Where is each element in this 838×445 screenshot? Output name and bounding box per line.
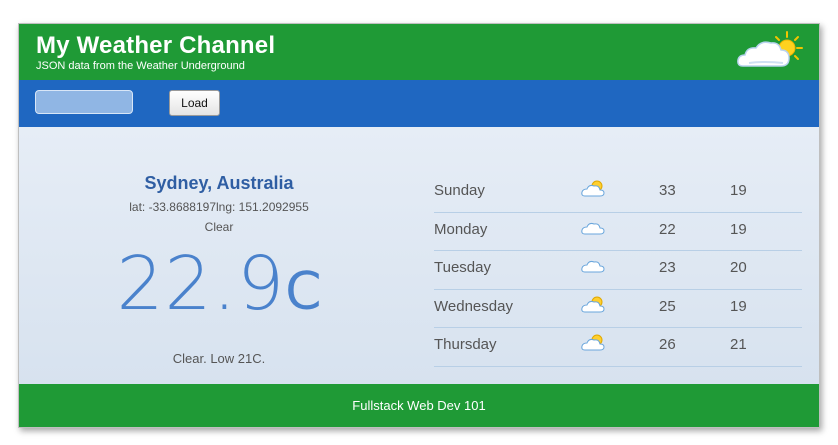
load-button[interactable]: Load: [169, 90, 220, 116]
forecast-high: 22: [659, 220, 676, 238]
forecast-day: Thursday: [434, 336, 497, 353]
coordinates: lat: -33.8688197lng: 151.2092955: [129, 200, 309, 214]
app-title: My Weather Channel: [36, 32, 276, 59]
app-subtitle: JSON data from the Weather Underground: [36, 60, 245, 72]
forecast-day: Monday: [434, 220, 488, 238]
forecast-low: 19: [730, 220, 747, 238]
current-temperature: 22.9C: [79, 239, 359, 329]
forecast-day: Wednesday: [434, 297, 513, 315]
partly-sunny-icon: [581, 296, 605, 312]
city-name: Sydney, Australia: [144, 173, 294, 193]
toolbar: Load: [19, 80, 819, 127]
forecast-row: Thursday 26 21: [434, 328, 802, 367]
temperature-unit: C: [285, 262, 322, 322]
forecast-row: Wednesday 25 19: [434, 290, 802, 328]
forecast-row: Tuesday 23 20: [434, 251, 802, 290]
app-window: My Weather Channel JSON data from the We…: [18, 23, 820, 428]
partly-sunny-icon: [581, 334, 605, 351]
current-conditions: Sydney, Australia lat: -33.8688197lng: 1…: [79, 127, 359, 384]
header: My Weather Channel JSON data from the We…: [19, 24, 819, 80]
sun-cloud-icon: [737, 31, 803, 67]
weather-summary: Clear. Low 21C.: [172, 351, 266, 366]
forecast-low: 20: [730, 259, 747, 276]
cloud-icon: [581, 260, 605, 273]
forecast-low: 19: [730, 182, 747, 199]
forecast-high: 26: [659, 336, 676, 353]
forecast-day: Tuesday: [434, 259, 491, 276]
cloud-icon: [581, 222, 605, 234]
current-condition: Clear: [204, 220, 234, 234]
forecast-day: Sunday: [434, 182, 485, 199]
footer: Fullstack Web Dev 101: [19, 384, 819, 427]
forecast-list: Sunday 33 19 Monday 22 19 Tuesday 23 20 …: [434, 174, 802, 367]
footer-text: Fullstack Web Dev 101: [352, 398, 486, 413]
partly-sunny-icon: [581, 180, 605, 197]
forecast-row: Sunday 33 19: [434, 174, 802, 213]
location-input[interactable]: [35, 90, 133, 114]
forecast-row: Monday 22 19: [434, 213, 802, 251]
forecast-high: 25: [659, 297, 676, 315]
temperature-value: 22.9: [116, 241, 286, 327]
forecast-high: 33: [659, 182, 676, 199]
forecast-low: 21: [730, 336, 747, 353]
forecast-high: 23: [659, 259, 676, 276]
main-panel: Sydney, Australia lat: -33.8688197lng: 1…: [19, 127, 819, 384]
forecast-low: 19: [730, 297, 747, 315]
